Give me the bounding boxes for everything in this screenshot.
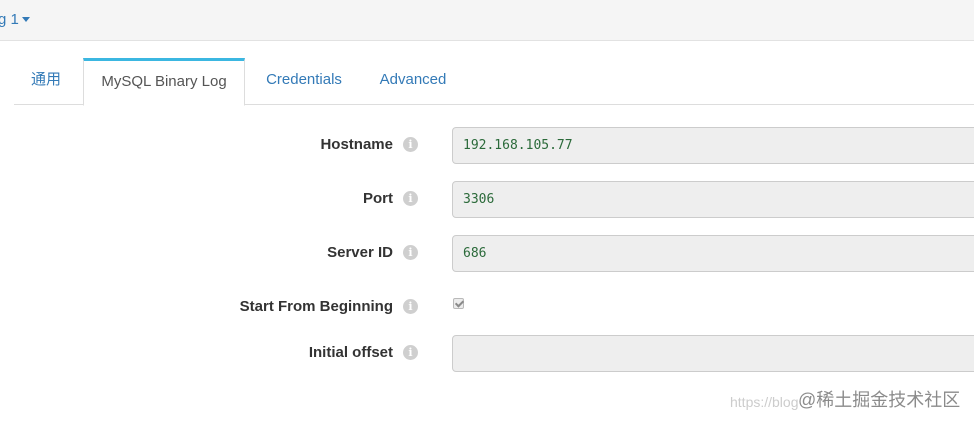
info-icon: i xyxy=(403,299,418,314)
caret-down-icon xyxy=(21,16,30,22)
info-icon: i xyxy=(403,345,418,360)
initial-offset-label: Initial offset xyxy=(308,344,393,361)
server-id-label: Server ID xyxy=(327,244,393,261)
server-id-input[interactable]: 686 xyxy=(452,235,974,272)
tab-credentials[interactable]: Credentials xyxy=(250,58,358,105)
start-from-beginning-checkbox[interactable] xyxy=(453,298,464,309)
pipeline-dropdown[interactable]: g 1 xyxy=(0,11,30,28)
port-label: Port xyxy=(363,190,393,207)
info-icon: i xyxy=(403,137,418,152)
watermark-brand: @稀土掘金技术社区 xyxy=(798,390,961,410)
tab-general[interactable]: 通用 xyxy=(14,58,78,105)
info-icon: i xyxy=(403,191,418,206)
top-bar: g 1 xyxy=(0,0,974,41)
initial-offset-input[interactable] xyxy=(452,335,974,372)
info-icon: i xyxy=(403,245,418,260)
start-from-beginning-label: Start From Beginning xyxy=(239,298,393,315)
tab-advanced[interactable]: Advanced xyxy=(366,58,460,105)
watermark-url: https://blog xyxy=(730,394,799,410)
tab-bar: 通用 MySQL Binary Log Credentials Advanced xyxy=(14,58,974,106)
tab-mysql-binary-log[interactable]: MySQL Binary Log xyxy=(83,58,245,106)
hostname-input[interactable]: 192.168.105.77 xyxy=(452,127,974,164)
watermark: https://blog @稀土掘金技术社区 xyxy=(730,386,960,412)
pipeline-dropdown-label: g 1 xyxy=(0,11,19,28)
port-input[interactable]: 3306 xyxy=(452,181,974,218)
hostname-label: Hostname xyxy=(320,136,393,153)
